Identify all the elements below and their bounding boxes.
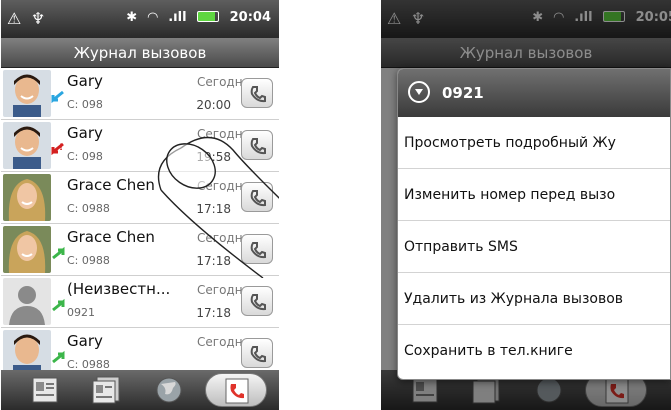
signal-icon: .ıll	[168, 10, 187, 25]
context-menu-header: 0921	[398, 69, 670, 117]
collapse-chevron-icon[interactable]	[408, 81, 430, 103]
contact-avatar	[3, 330, 51, 370]
contact-number: С: 0988	[67, 358, 110, 370]
call-history-screen: ⚠ ♆ ✱ ◠ .ıll 20:04 Журнал вызовов Gary С…	[1, 0, 279, 410]
contact-avatar	[3, 122, 51, 169]
contact-number: С: 0988	[67, 254, 110, 267]
status-time: 20:04	[229, 10, 271, 25]
contact-avatar	[3, 70, 51, 117]
contact-name: Grace Chen	[67, 228, 155, 246]
contact-number: С: 0988	[67, 202, 110, 215]
groups-tab[interactable]	[85, 374, 129, 406]
globe-icon	[156, 377, 182, 403]
call-time: 20:00	[196, 98, 231, 112]
call-time: 17:18	[196, 306, 231, 320]
wifi-icon: ◠	[147, 10, 158, 25]
bottom-tab-bar	[1, 370, 279, 410]
contacts-card-icon	[32, 377, 58, 403]
contact-name: Gary	[67, 124, 103, 142]
contact-name: (Неизвестн...	[67, 280, 171, 298]
contact-number: С: 098	[67, 150, 103, 163]
battery-icon	[197, 11, 220, 22]
phone-icon	[250, 294, 266, 311]
call-row[interactable]: (Неизвестн... 0921 Сегодня 17:18	[1, 276, 279, 328]
outgoing-call-icon	[52, 350, 65, 364]
contact-avatar	[3, 226, 51, 273]
incoming-call-icon	[51, 90, 64, 104]
bluetooth-icon: ✱	[126, 10, 138, 25]
call-back-button[interactable]	[241, 338, 273, 368]
contact-name: Gary	[67, 332, 103, 350]
call-back-button[interactable]	[241, 78, 273, 108]
menu-item-delete-from-log[interactable]: Удалить из Журнала вызовов	[398, 273, 670, 325]
missed-call-icon: !	[51, 142, 64, 156]
status-bar: ⚠ ♆ ✱ ◠ .ıll 20:04	[1, 0, 279, 38]
phone-icon	[250, 86, 266, 103]
context-menu: 0921 Просмотреть подробный Жу Изменить н…	[397, 68, 671, 380]
contacts-tab[interactable]	[23, 374, 67, 406]
contact-name: Grace Chen	[67, 176, 155, 194]
phone-icon	[250, 346, 266, 363]
call-history-tab[interactable]	[205, 373, 267, 407]
menu-item-edit-number[interactable]: Изменить номер перед вызо	[398, 169, 670, 221]
contact-number: 0921	[67, 306, 95, 319]
context-menu-title: 0921	[442, 84, 484, 102]
outgoing-call-icon	[52, 298, 65, 312]
call-row[interactable]: Gary С: 098 Сегодня 20:00	[1, 68, 279, 120]
menu-item-save-to-contacts[interactable]: Сохранить в тел.книге	[398, 325, 670, 377]
contact-avatar	[3, 174, 51, 221]
call-history-icon	[225, 378, 249, 404]
page-title: Журнал вызовов	[1, 38, 279, 68]
notification-icons: ⚠ ♆	[7, 9, 48, 28]
menu-item-view-details[interactable]: Просмотреть подробный Жу	[398, 117, 670, 169]
call-history-context-menu-screen: ⚠ ♆ ✱ ◠ .ıll 20:05 Журнал вызовов	[381, 0, 671, 410]
favorites-tab[interactable]	[147, 374, 191, 406]
menu-item-send-sms[interactable]: Отправить SMS	[398, 221, 670, 273]
contact-name: Gary	[67, 72, 103, 90]
unknown-contact-avatar	[3, 278, 51, 325]
contact-number: С: 098	[67, 98, 103, 111]
tap-gesture-finger-icon	[157, 136, 279, 278]
call-row[interactable]: Gary С: 0988 Сегодня	[1, 328, 279, 370]
outgoing-call-icon	[52, 246, 65, 260]
groups-icon	[92, 376, 120, 404]
svg-text:!: !	[59, 143, 63, 153]
call-back-button[interactable]	[241, 286, 273, 316]
